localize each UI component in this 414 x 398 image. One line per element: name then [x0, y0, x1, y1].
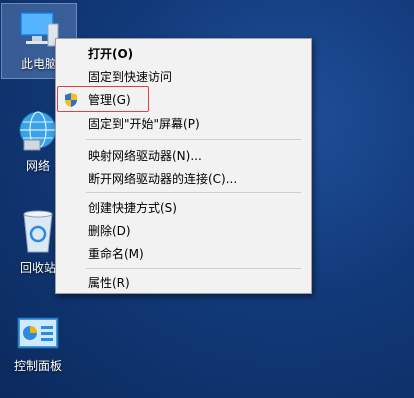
menu-item-pin-quick-access[interactable]: 固定到快速访问	[56, 66, 311, 88]
menu-item-open[interactable]: 打开(O)	[56, 43, 311, 65]
context-menu: 打开(O) 固定到快速访问 管理(G) 固定到"开始"屏幕(P) 映射网络驱动器…	[55, 38, 312, 294]
desktop-icon-label: 控制面板	[13, 359, 62, 373]
network-globe-icon	[19, 111, 57, 151]
menu-item-map-network-drive[interactable]: 映射网络驱动器(N)...	[56, 145, 311, 167]
menu-separator	[86, 268, 301, 269]
menu-item-pin-start[interactable]: 固定到"开始"屏幕(P)	[56, 113, 311, 135]
menu-item-disconnect-network-drive[interactable]: 断开网络驱动器的连接(C)...	[56, 168, 311, 190]
menu-item-create-shortcut[interactable]: 创建快捷方式(S)	[56, 197, 311, 219]
menu-item-rename[interactable]: 重命名(M)	[56, 243, 311, 265]
desktop-icon-control-panel[interactable]: 控制面板	[2, 316, 74, 373]
recycle-bin-icon	[23, 210, 53, 253]
menu-separator	[86, 192, 301, 193]
highlight-box	[57, 86, 149, 112]
menu-item-properties[interactable]: 属性(R)	[56, 272, 311, 294]
menu-separator	[86, 139, 301, 140]
menu-item-delete[interactable]: 删除(D)	[56, 220, 311, 242]
control-panel-icon	[17, 317, 59, 349]
